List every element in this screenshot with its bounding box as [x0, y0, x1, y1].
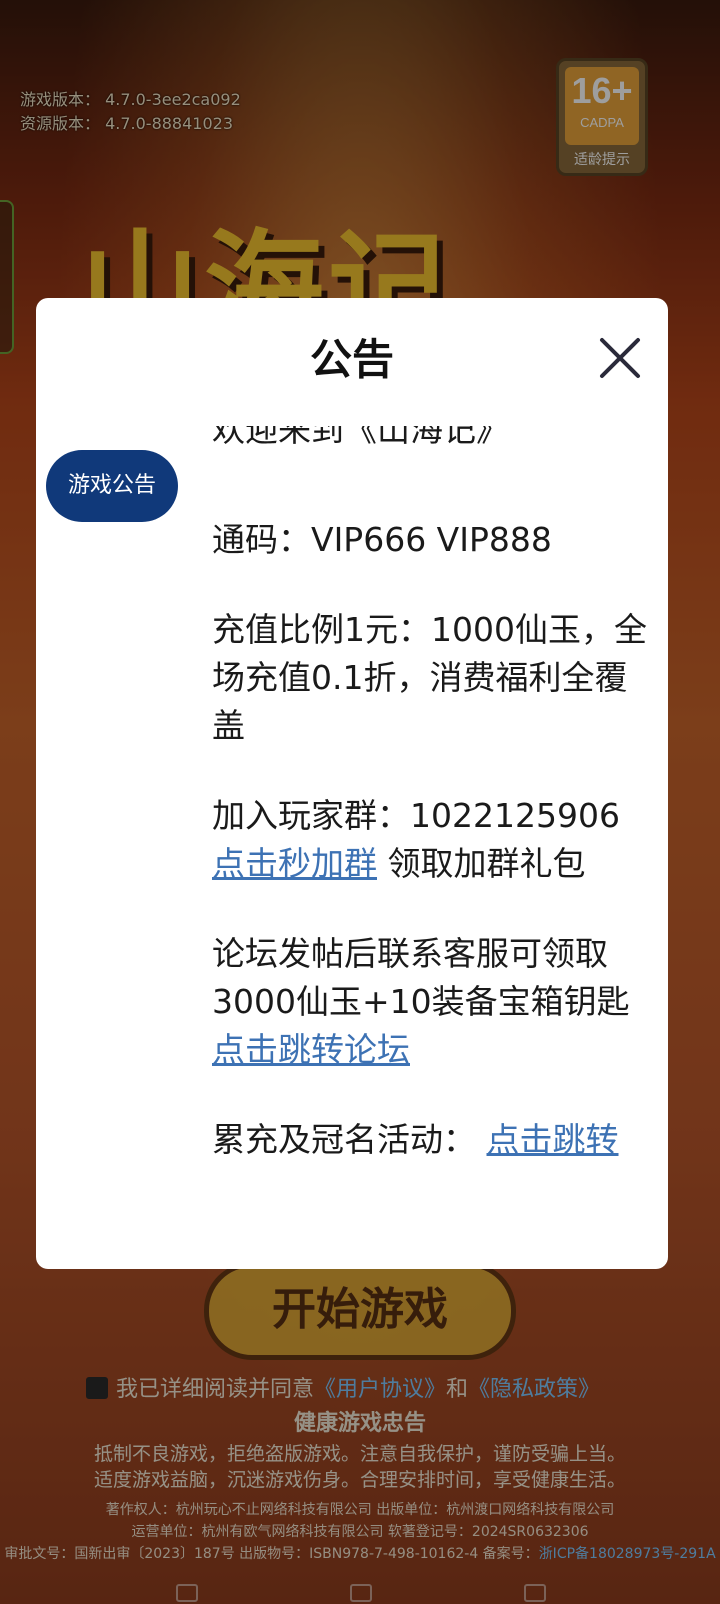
event-text: 累充及冠名活动： [212, 1120, 487, 1159]
welcome-text: 欢迎来到《山海记》 [212, 426, 509, 449]
dialog-title: 公告 [309, 335, 394, 384]
tab-game-announcement[interactable]: 游戏公告 [46, 450, 178, 522]
code-line: 通码：VIP666 VIP888 [212, 520, 552, 559]
announcement-content[interactable]: 欢迎来到《山海记》 通码：VIP666 VIP888 充值比例1元：1000仙玉… [212, 426, 652, 1246]
group-line: 加入玩家群：1022125906 点击秒加群 领取加群礼包 [212, 792, 652, 888]
event-link[interactable]: 点击跳转 [487, 1120, 619, 1159]
announcement-dialog: 公告 游戏公告 欢迎来到《山海记》 通码：VIP666 VIP888 充值比例1… [36, 298, 668, 1269]
group-suffix: 领取加群礼包 [377, 844, 586, 883]
recharge-line: 充值比例1元：1000仙玉，全场充值0.1折，消费福利全覆盖 [212, 610, 647, 745]
event-line: 累充及冠名活动： 点击跳转 [212, 1116, 652, 1164]
forum-line: 论坛发帖后联系客服可领取 3000仙玉+10装备宝箱钥匙 点击跳转论坛 [212, 930, 652, 1074]
group-text: 加入玩家群：1022125906 [212, 796, 620, 835]
forum-text: 论坛发帖后联系客服可领取 3000仙玉+10装备宝箱钥匙 [212, 934, 630, 1021]
welcome-line: 欢迎来到《山海记》 [212, 426, 652, 474]
join-group-link[interactable]: 点击秒加群 [212, 844, 377, 883]
close-icon[interactable] [596, 334, 644, 382]
forum-link[interactable]: 点击跳转论坛 [212, 1030, 410, 1069]
